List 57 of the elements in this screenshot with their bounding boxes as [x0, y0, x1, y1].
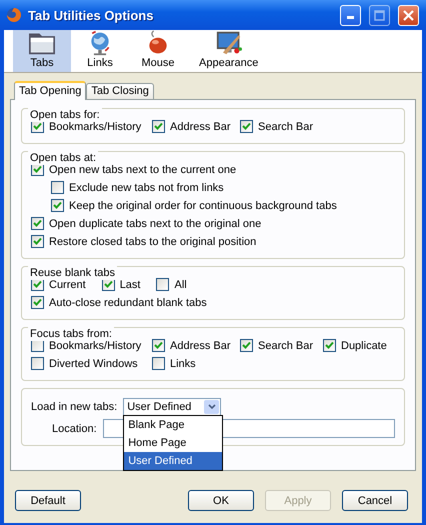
checkbox[interactable] — [152, 339, 165, 352]
checkbox-label[interactable]: Last — [120, 278, 140, 290]
dropdown-option[interactable]: Blank Page — [124, 416, 222, 434]
caret-icon — [204, 400, 220, 414]
checkbox[interactable] — [51, 181, 64, 194]
checkbox[interactable] — [31, 235, 44, 248]
checkbox-label[interactable]: Bookmarks/History — [49, 120, 142, 132]
toolbar-button[interactable]: Appearance — [187, 30, 270, 72]
checkbox-label[interactable]: Search Bar — [258, 120, 314, 132]
checkbox-label[interactable]: Bookmarks/History — [49, 340, 142, 352]
checkbox[interactable] — [31, 357, 44, 370]
checkbox-label[interactable]: Open duplicate tabs next to the original one — [49, 218, 262, 230]
checkbox[interactable] — [240, 120, 253, 133]
dialog-button[interactable]: Default — [15, 490, 81, 511]
group-title: Open tabs at: — [28, 151, 98, 165]
checkbox-label[interactable]: Restore closed tabs to the original position — [49, 236, 256, 248]
minimize-button[interactable] — [340, 4, 361, 26]
group-title: Open tabs for: — [28, 108, 102, 122]
checkbox-label[interactable]: Exclude new tabs not from links — [69, 182, 224, 194]
checkbox-label[interactable]: Open new tabs next to the current one — [49, 164, 236, 176]
checkbox-label[interactable]: Address Bar — [170, 340, 231, 352]
dialog-button[interactable]: OK — [188, 490, 254, 511]
checkbox-label[interactable]: Search Bar — [258, 340, 314, 352]
checkbox-label[interactable]: Links — [170, 358, 196, 370]
group-title: Reuse blank tabs — [28, 266, 117, 280]
checkbox[interactable] — [240, 339, 253, 352]
tab[interactable]: Tab Opening — [14, 81, 86, 100]
checkbox-label[interactable]: Current — [49, 278, 86, 290]
group-title: Focus tabs from: — [28, 327, 114, 341]
toolbar-button[interactable]: Mouse — [129, 30, 187, 72]
close-button[interactable] — [398, 4, 419, 26]
toolbar-button[interactable]: Tabs — [13, 30, 71, 72]
toolbar-button[interactable]: Links — [71, 30, 129, 72]
checkbox[interactable] — [152, 120, 165, 133]
checkbox[interactable] — [323, 339, 336, 352]
window-title: Tab Utilities Options — [28, 8, 154, 22]
app-logo-icon — [6, 7, 22, 23]
maximize-icon — [374, 10, 385, 20]
checkbox-label[interactable]: Address Bar — [170, 120, 231, 132]
field-label: Load in new tabs: — [31, 401, 118, 413]
checkbox[interactable] — [152, 357, 165, 370]
checkbox-label[interactable]: Duplicate — [341, 340, 387, 352]
field-label: Location: — [52, 422, 97, 434]
checkbox-label[interactable]: Keep the original order for continuous background tabs — [69, 200, 337, 212]
checkbox[interactable] — [31, 217, 44, 230]
tab[interactable]: Tab Closing — [86, 83, 154, 99]
checkbox-label[interactable]: Auto-close redundant blank tabs — [49, 296, 207, 308]
checkbox-label[interactable]: Diverted Windows — [49, 358, 138, 370]
checkbox-label[interactable]: All — [174, 278, 187, 290]
close-icon — [403, 10, 414, 20]
dialog-button[interactable]: Cancel — [342, 490, 408, 511]
checkbox[interactable] — [31, 296, 44, 309]
dropdown-option[interactable]: Home Page — [124, 434, 222, 452]
dropdown-option[interactable]: User Defined — [124, 452, 222, 470]
checkbox[interactable] — [51, 199, 64, 212]
maximize-button[interactable] — [369, 4, 390, 26]
checkbox[interactable] — [156, 278, 170, 291]
